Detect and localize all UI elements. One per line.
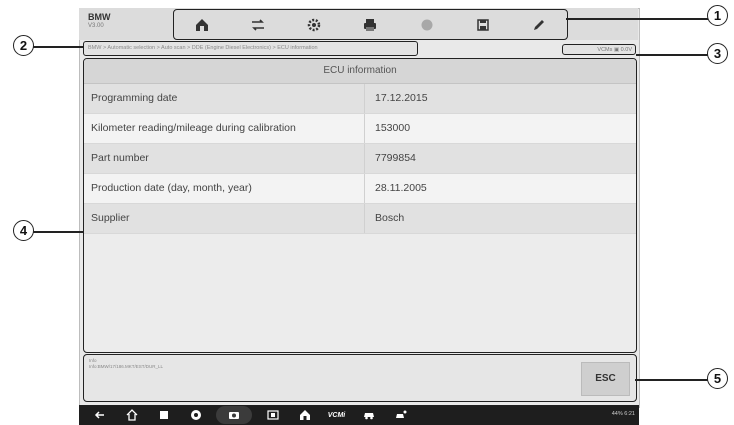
print-icon[interactable] [359,14,381,36]
callout-3: 3 [707,43,728,64]
row-label: Part number [84,144,365,173]
info-line-2: Info:BMW/17/186.MKT/EST/DUR_LL [89,364,164,369]
vehicle-brand: BMW V3.00 [88,12,111,29]
brand-name: BMW [88,12,111,22]
callout-5: 5 [707,368,728,389]
row-value: 7799854 [375,152,416,164]
maxifix-home-icon[interactable] [293,407,316,423]
vehicle-icon[interactable] [357,407,380,423]
screen-record-icon[interactable] [261,407,284,423]
esc-button[interactable]: ESC [581,362,630,396]
table-title: ECU information [84,59,636,84]
function-bar: Info Info:BMW/17/186.MKT/EST/DUR_LL ESC [83,354,637,402]
settings-icon[interactable] [303,14,325,36]
callout-1: 1 [707,5,728,26]
row-value: 28.11.2005 [375,182,427,194]
android-navbar: VCMi 44% 6:21 [79,405,639,425]
callout-leader-3 [636,54,710,56]
table-row: Production date (day, month, year) 28.11… [84,174,636,204]
system-status: 44% 6:21 [611,411,635,417]
callout-leader-1 [566,18,710,20]
vcm-status: VCMs ▣ 0.0V [562,44,636,55]
callout-leader-4 [33,231,83,233]
table-row: Part number 7799854 [84,144,636,174]
vci-icon[interactable]: VCMi [325,407,348,423]
brand-version: V3.00 [88,23,104,29]
battery-icon: ▣ [613,47,620,53]
camera-icon[interactable] [216,406,252,424]
edit-icon[interactable] [528,14,550,36]
row-label: Kilometer reading/mileage during calibra… [84,114,365,143]
info-message: Info Info:BMW/17/186.MKT/EST/DUR_LL [89,358,163,370]
callout-2: 2 [13,35,34,56]
table-row: Kilometer reading/mileage during calibra… [84,114,636,144]
save-icon[interactable] [472,14,494,36]
row-value: 17.12.2015 [375,92,428,104]
service-icon[interactable] [389,407,412,423]
callout-4: 4 [13,220,34,241]
table-row: Programming date 17.12.2015 [84,84,636,114]
vehicle-swap-icon[interactable] [247,14,269,36]
row-label: Production date (day, month, year) [84,174,365,203]
breadcrumb: BMW > Automatic selection > Auto scan > … [83,41,418,56]
voltage-value: 0.0V [620,47,632,53]
callout-leader-2 [33,46,83,48]
table-row: Supplier Bosch [84,204,636,234]
recent-apps-icon[interactable] [152,407,175,423]
callout-leader-5 [635,379,710,381]
vcm-label: VCMs [597,47,613,53]
home-icon[interactable] [191,14,213,36]
row-label: Programming date [84,84,365,113]
home-icon[interactable] [120,407,143,423]
back-icon[interactable] [88,407,111,423]
help-icon[interactable] [416,14,438,36]
row-value: Bosch [375,212,405,224]
toolbar [173,9,568,40]
ecu-info-panel: ECU information Programming date 17.12.2… [83,58,637,353]
browser-icon[interactable] [184,407,207,423]
ecu-info-table: Programming date 17.12.2015 Kilometer re… [84,84,636,234]
row-value: 153000 [375,122,411,134]
row-label: Supplier [84,204,365,233]
